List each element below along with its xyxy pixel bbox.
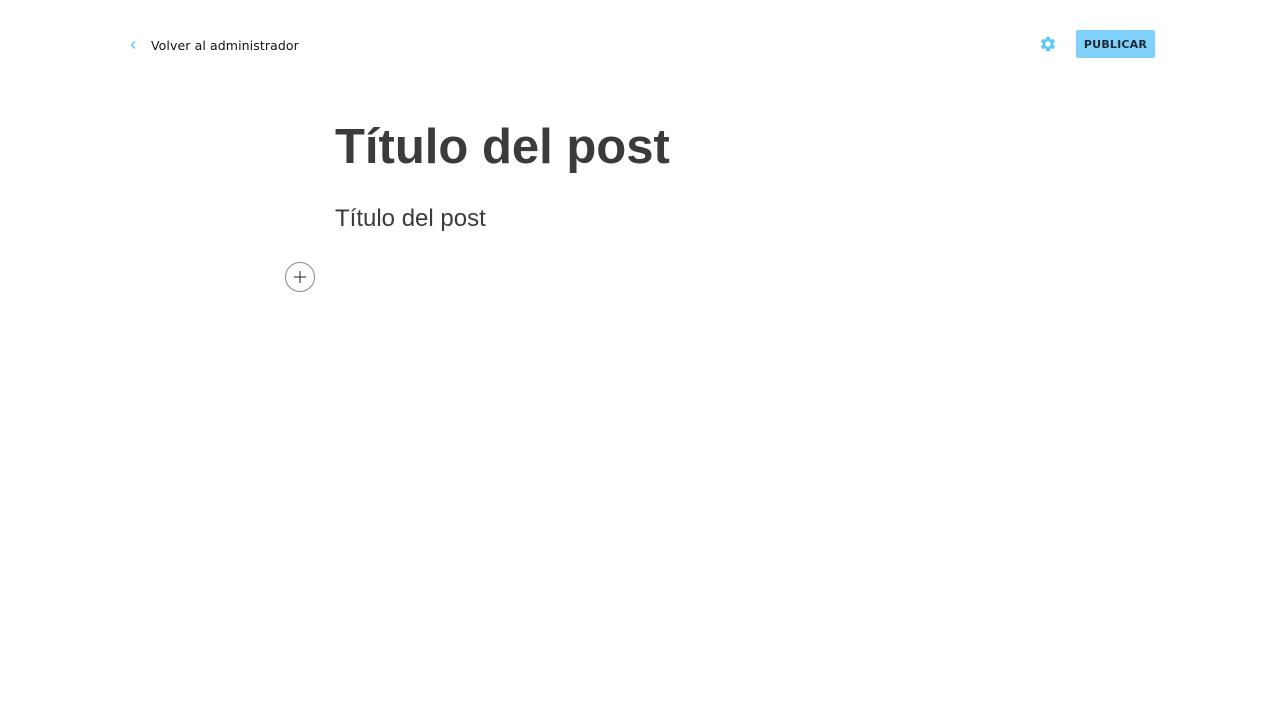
add-block-button[interactable] <box>285 262 315 292</box>
back-link-label: Volver al administrador <box>151 37 299 53</box>
post-subtitle[interactable]: Título del post <box>335 204 486 234</box>
back-to-admin-link[interactable]: Volver al administrador <box>126 36 299 54</box>
chevron-left-icon <box>130 41 136 49</box>
publish-button[interactable]: PUBLICAR <box>1076 30 1155 58</box>
post-title[interactable]: Título del post <box>335 116 670 178</box>
plus-icon <box>294 271 306 283</box>
gear-icon[interactable] <box>1039 35 1057 53</box>
